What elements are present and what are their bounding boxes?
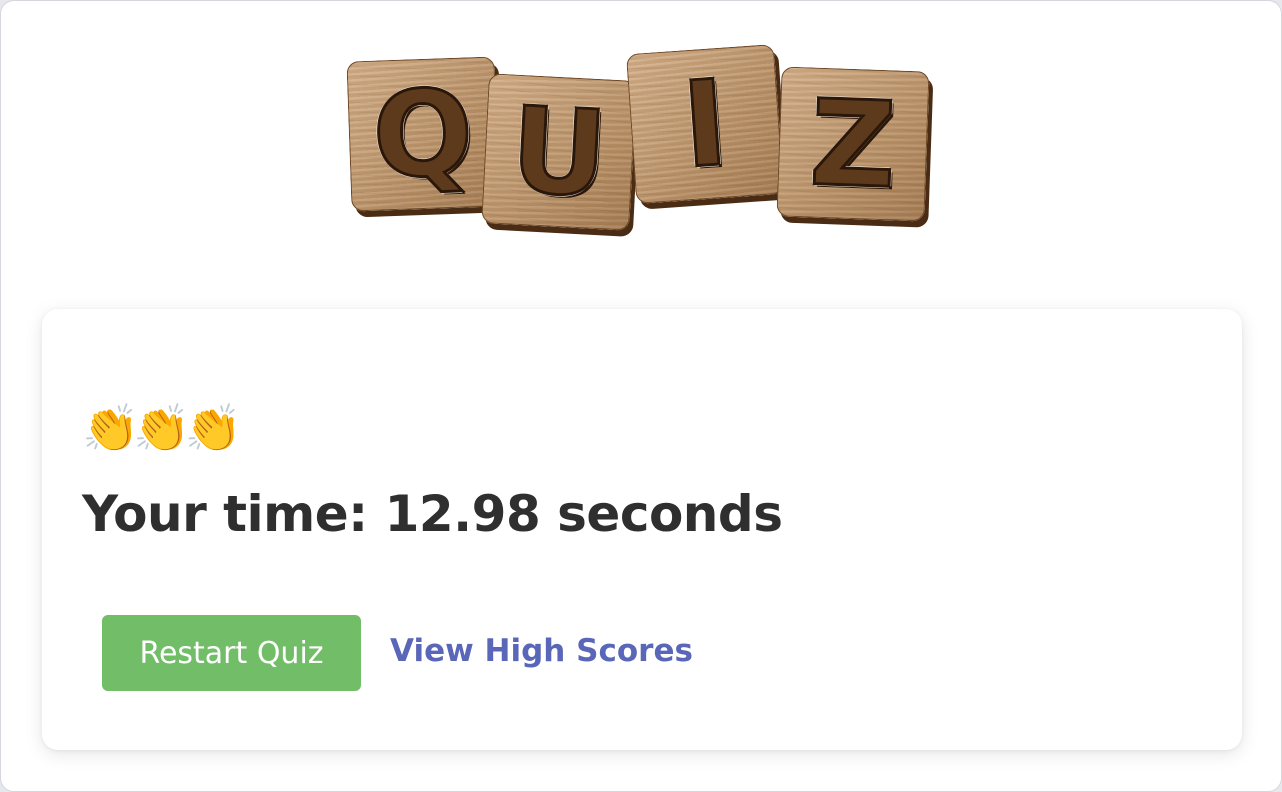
- logo-tile-z: Z: [776, 66, 930, 222]
- logo-letter: I: [677, 52, 733, 196]
- logo-tile-i: I: [625, 44, 785, 204]
- final-time-heading: Your time: 12.98 seconds: [82, 485, 783, 543]
- logo-letter: Z: [806, 72, 899, 216]
- logo-tile-u: U: [481, 73, 637, 231]
- quiz-window: Q U I Z 👏👏👏 Your time: 12.98 seconds Res…: [0, 0, 1282, 792]
- logo-letter: Q: [369, 62, 477, 206]
- restart-quiz-button[interactable]: Restart Quiz: [102, 615, 361, 691]
- result-card: 👏👏👏 Your time: 12.98 seconds Restart Qui…: [42, 309, 1242, 750]
- view-high-scores-link[interactable]: View High Scores: [390, 633, 693, 669]
- quiz-logo: Q U I Z: [341, 41, 951, 251]
- logo-tile-q: Q: [346, 56, 500, 212]
- logo-letter: U: [506, 79, 612, 225]
- clapping-hands-icon: 👏👏👏: [82, 401, 242, 455]
